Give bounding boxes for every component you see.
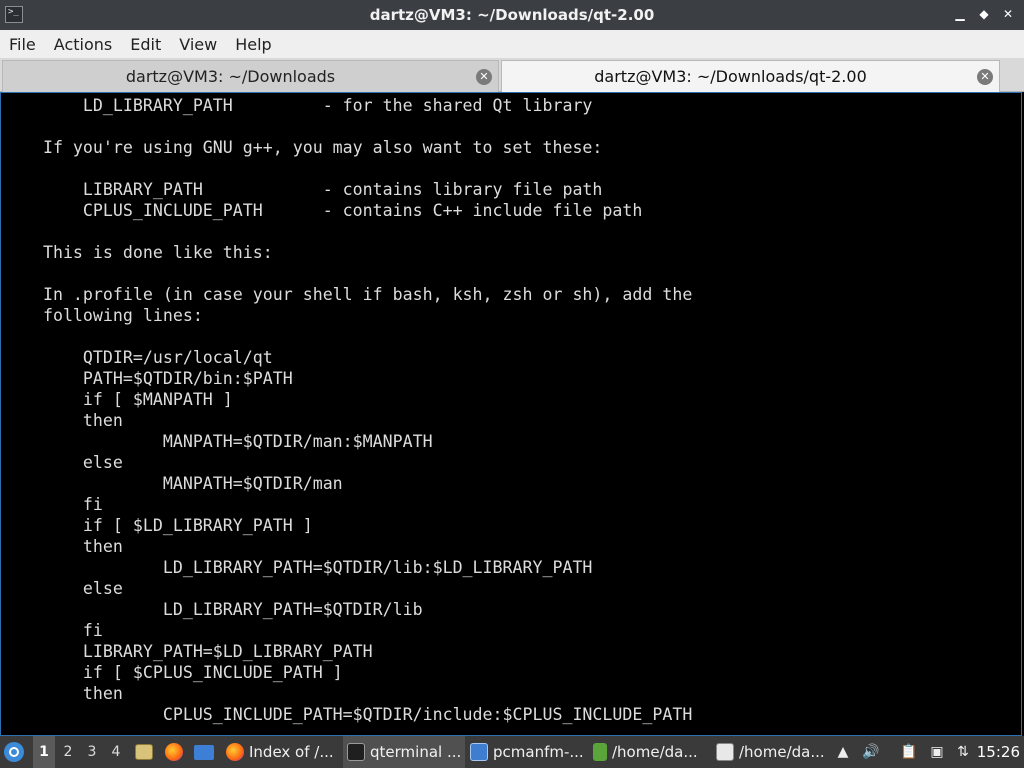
tab-qt-2-00[interactable]: dartz@VM3: ~/Downloads/qt-2.00 ✕ [501, 60, 1000, 92]
desktop-icon [194, 744, 214, 760]
terminal-line: then [3, 537, 123, 556]
terminal-line: then [3, 411, 123, 430]
terminal-line: fi [3, 495, 103, 514]
window-title: dartz@VM3: ~/Downloads/qt-2.00 [369, 6, 655, 24]
terminal-line: MANPATH=$QTDIR/man [3, 474, 343, 493]
terminal-line: QTDIR=/usr/local/qt [3, 348, 273, 367]
tab-close-icon[interactable]: ✕ [476, 69, 492, 85]
task-label: /home/da... [739, 743, 825, 761]
close-button[interactable]: ✕ [1002, 7, 1014, 21]
terminal-line: This is done like this: [3, 243, 273, 262]
window-titlebar[interactable]: >_ dartz@VM3: ~/Downloads/qt-2.00 ▁ ◆ ✕ [0, 0, 1024, 30]
terminal-line: In .profile (in case your shell if bash,… [3, 285, 693, 304]
terminal-line: if [ $MANPATH ] [3, 390, 233, 409]
task-label: /home/da... [612, 743, 698, 761]
terminal-text: LD_LIBRARY_PATH - for the shared Qt libr… [3, 95, 692, 725]
start-menu-button[interactable] [4, 736, 28, 768]
terminal-line: LD_LIBRARY_PATH=$QTDIR/lib:$LD_LIBRARY_P… [3, 558, 593, 577]
task-label: pcmanfm-... [493, 743, 584, 761]
clock[interactable]: 15:26 [977, 736, 1020, 768]
terminal-line: LD_LIBRARY_PATH - for the shared Qt libr… [3, 96, 593, 115]
terminal-line: if [ $CPLUS_INCLUDE_PATH ] [3, 663, 343, 682]
menu-bar: File Actions Edit View Help [0, 30, 1024, 58]
terminal-line: MANPATH=$QTDIR/man:$MANPATH [3, 432, 433, 451]
terminal-line: LD_LIBRARY_PATH=$QTDIR/lib [3, 600, 423, 619]
terminal-line: fi [3, 621, 103, 640]
clipboard-icon[interactable]: 📋 [899, 736, 919, 768]
terminal-line: following lines: [3, 306, 203, 325]
tab-bar: dartz@VM3: ~/Downloads ✕ dartz@VM3: ~/Do… [0, 58, 1024, 92]
tab-label: dartz@VM3: ~/Downloads/qt-2.00 [594, 67, 867, 86]
network-icon[interactable]: ⇅ [953, 736, 973, 768]
terminal-line: else [3, 453, 123, 472]
scroll-icon[interactable]: ▲ [833, 736, 853, 768]
screen-icon[interactable]: ▣ [927, 736, 947, 768]
terminal-line: LIBRARY_PATH - contains library file pat… [3, 180, 603, 199]
text-editor-icon [716, 743, 734, 761]
terminal-line: then [3, 684, 123, 703]
show-desktop-launcher[interactable] [193, 736, 215, 768]
volume-icon[interactable]: 🔊 [861, 736, 881, 768]
taskbar: 1 2 3 4 Index of /... qterminal ... pcma… [0, 736, 1024, 768]
folder-icon [470, 743, 488, 761]
task-pcmanfm[interactable]: pcmanfm-... [466, 736, 588, 768]
firefox-icon [165, 743, 183, 761]
file-manager-icon [135, 744, 153, 760]
tab-close-icon[interactable]: ✕ [977, 69, 993, 85]
desktop-3-button[interactable]: 3 [81, 736, 103, 768]
terminal-line: If you're using GNU g++, you may also wa… [3, 138, 603, 157]
task-label: qterminal ... [370, 743, 462, 761]
tab-label: dartz@VM3: ~/Downloads [125, 67, 336, 86]
terminal-line: CPLUS_INCLUDE_PATH=$QTDIR/include:$CPLUS… [3, 705, 693, 724]
firefox-launcher[interactable] [163, 736, 185, 768]
file-manager-launcher[interactable] [133, 736, 155, 768]
task-qterminal[interactable]: qterminal ... [343, 736, 465, 768]
task-home-editor[interactable]: /home/da... [712, 736, 834, 768]
terminal-line: PATH=$QTDIR/bin:$PATH [3, 369, 293, 388]
start-menu-icon [4, 742, 24, 762]
menu-file[interactable]: File [0, 35, 45, 54]
text-file-icon [593, 743, 607, 761]
task-firefox[interactable]: Index of /... [222, 736, 342, 768]
firefox-icon [226, 743, 244, 761]
minimize-button[interactable]: ▁ [954, 7, 966, 21]
tab-downloads[interactable]: dartz@VM3: ~/Downloads ✕ [2, 60, 499, 92]
menu-view[interactable]: View [170, 35, 226, 54]
task-label: Index of /... [249, 743, 334, 761]
terminal-icon [347, 743, 365, 761]
menu-help[interactable]: Help [226, 35, 280, 54]
menu-edit[interactable]: Edit [121, 35, 170, 54]
desktop-4-button[interactable]: 4 [105, 736, 127, 768]
menu-actions[interactable]: Actions [45, 35, 121, 54]
maximize-button[interactable]: ◆ [978, 7, 990, 21]
terminal-line: else [3, 579, 123, 598]
terminal-line: LIBRARY_PATH=$LD_LIBRARY_PATH [3, 642, 373, 661]
terminal-line: CPLUS_INCLUDE_PATH - contains C++ includ… [3, 201, 643, 220]
task-home-file[interactable]: /home/da... [589, 736, 711, 768]
desktop-1-button[interactable]: 1 [33, 736, 55, 768]
terminal-line: if [ $LD_LIBRARY_PATH ] [3, 516, 313, 535]
desktop-2-button[interactable]: 2 [57, 736, 79, 768]
terminal-output[interactable]: LD_LIBRARY_PATH - for the shared Qt libr… [0, 92, 1022, 736]
